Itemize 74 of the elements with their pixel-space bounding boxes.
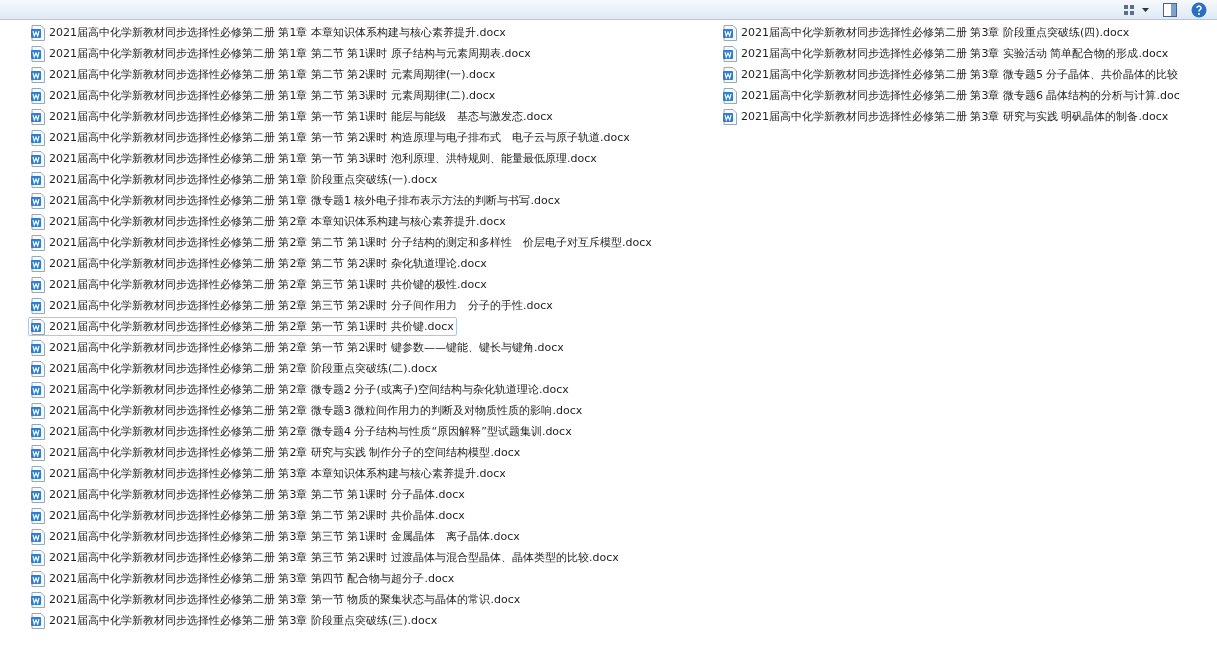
file-item[interactable]: 2021届高中化学新教材同步选择性必修第二册 第1章 本章知识体系构建与核心素养提升.docx (28, 23, 509, 42)
file-item[interactable]: 2021届高中化学新教材同步选择性必修第二册 第2章 第一节 第2课时 键参数——键能、键长与键角.docx (28, 338, 567, 357)
file-item[interactable]: 2021届高中化学新教材同步选择性必修第二册 第3章 实验活动 简单配合物的形成.docx (720, 44, 1172, 63)
help-button[interactable] (1191, 1, 1207, 18)
file-item[interactable]: 2021届高中化学新教材同步选择性必修第二册 第1章 阶段重点突破练(一).docx (28, 170, 441, 189)
document-icon (31, 87, 45, 104)
file-item[interactable]: 2021届高中化学新教材同步选择性必修第二册 第3章 第三节 第1课时 金属晶体 离子晶体.docx (28, 527, 523, 546)
file-item[interactable]: 2021届高中化学新教材同步选择性必修第二册 第1章 第一节 第1课时 能层与能级 基态与激发态.docx (28, 107, 556, 126)
file-item[interactable]: 2021届高中化学新教材同步选择性必修第二册 第3章 第四节 配合物与超分子.docx (28, 569, 458, 588)
file-item[interactable]: 2021届高中化学新教材同步选择性必修第二册 第3章 阶段重点突破练(四).docx (720, 23, 1133, 42)
file-item[interactable]: 2021届高中化学新教材同步选择性必修第二册 第2章 第三节 第1课时 共价键的极性.docx (28, 275, 490, 294)
document-icon (31, 591, 45, 608)
file-item[interactable]: 2021届高中化学新教材同步选择性必修第二册 第3章 第一节 物质的聚集状态与晶体的常识.docx (28, 590, 524, 609)
document-icon (31, 507, 45, 524)
document-icon (31, 150, 45, 167)
file-item[interactable]: 2021届高中化学新教材同步选择性必修第二册 第2章 本章知识体系构建与核心素养提升.docx (28, 212, 509, 231)
pane-icon (1163, 2, 1177, 17)
file-item[interactable]: 2021届高中化学新教材同步选择性必修第二册 第2章 第一节 第1课时 共价键.docx (28, 317, 457, 336)
file-item[interactable]: 2021届高中化学新教材同步选择性必修第二册 第1章 第二节 第2课时 元素周期律(一).docx (28, 65, 499, 84)
file-item[interactable]: 2021届高中化学新教材同步选择性必修第二册 第1章 第一节 第2课时 构造原理与电子排布式 电子云与原子轨道.docx (28, 128, 633, 147)
file-item[interactable]: 2021届高中化学新教材同步选择性必修第二册 第2章 第三节 第2课时 分子间作用力 分子的手性.docx (28, 296, 556, 315)
file-item[interactable]: 2021届高中化学新教材同步选择性必修第二册 第2章 研究与实践 制作分子的空间结构模型.docx (28, 443, 524, 462)
preview-pane-button[interactable] (1163, 1, 1177, 18)
document-icon (31, 66, 45, 83)
document-icon (723, 87, 737, 104)
document-icon (31, 45, 45, 62)
document-icon (723, 66, 737, 83)
document-icon (723, 108, 737, 125)
document-icon (31, 192, 45, 209)
document-icon (31, 297, 45, 314)
document-icon (31, 213, 45, 230)
file-item[interactable]: 2021届高中化学新教材同步选择性必修第二册 第3章 微专题6 晶体结构的分析与计算.doc (720, 86, 1183, 105)
file-item[interactable]: 2021届高中化学新教材同步选择性必修第二册 第3章 阶段重点突破练(三).docx (28, 611, 441, 630)
file-item[interactable]: 2021届高中化学新教材同步选择性必修第二册 第2章 第二节 第1课时 分子结构的测定和多样性 价层电子对互斥模型.docx (28, 233, 655, 252)
file-item[interactable]: 2021届高中化学新教材同步选择性必修第二册 第3章 第二节 第1课时 分子晶体.docx (28, 485, 468, 504)
file-item[interactable]: 2021届高中化学新教材同步选择性必修第二册 第3章 本章知识体系构建与核心素养提升.docx (28, 464, 509, 483)
view-icon (1124, 4, 1136, 15)
document-icon (31, 612, 45, 629)
document-icon (31, 423, 45, 440)
document-icon (31, 570, 45, 587)
file-item[interactable]: 2021届高中化学新教材同步选择性必修第二册 第2章 微专题3 微粒间作用力的判断及对物质性质的影响.docx (28, 401, 586, 420)
document-icon (31, 444, 45, 461)
file-item[interactable]: 2021届高中化学新教材同步选择性必修第二册 第2章 微专题2 分子(或离子)空间结构与杂化轨道理论.docx (28, 380, 572, 399)
document-icon (31, 129, 45, 146)
file-item[interactable]: 2021届高中化学新教材同步选择性必修第二册 第2章 微专题4 分子结构与性质“原因解释”型试题集训.docx (28, 422, 575, 441)
file-item[interactable]: 2021届高中化学新教材同步选择性必修第二册 第1章 第二节 第3课时 元素周期律(二).docx (28, 86, 499, 105)
document-icon (31, 318, 45, 335)
help-icon (1191, 1, 1207, 18)
file-item[interactable]: 2021届高中化学新教材同步选择性必修第二册 第3章 第二节 第2课时 共价晶体.docx (28, 506, 468, 525)
document-icon (31, 486, 45, 503)
document-icon (723, 24, 737, 41)
document-icon (31, 108, 45, 125)
document-icon (31, 171, 45, 188)
document-icon (723, 45, 737, 62)
file-item[interactable]: 2021届高中化学新教材同步选择性必修第二册 第2章 第二节 第2课时 杂化轨道理论.docx (28, 254, 490, 273)
document-icon (31, 255, 45, 272)
file-item[interactable]: 2021届高中化学新教材同步选择性必修第二册 第1章 第一节 第3课时 泡利原理、洪特规则、能量最低原理.docx (28, 149, 600, 168)
file-item[interactable]: 2021届高中化学新教材同步选择性必修第二册 第2章 阶段重点突破练(二).docx (28, 359, 441, 378)
document-icon (31, 402, 45, 419)
document-icon (31, 24, 45, 41)
document-icon (31, 339, 45, 356)
file-item[interactable]: 2021届高中化学新教材同步选择性必修第二册 第3章 微专题5 分子晶体、共价晶体的比较 (720, 65, 1182, 84)
caret-icon (1142, 7, 1149, 12)
document-icon (31, 549, 45, 566)
document-icon (31, 528, 45, 545)
document-icon (31, 234, 45, 251)
file-item[interactable]: 2021届高中化学新教材同步选择性必修第二册 第1章 第二节 第1课时 原子结构与元素周期表.docx (28, 44, 534, 63)
document-icon (31, 465, 45, 482)
document-icon (31, 381, 45, 398)
document-icon (31, 276, 45, 293)
file-item[interactable]: 2021届高中化学新教材同步选择性必修第二册 第3章 研究与实践 明矾晶体的制备.docx (720, 107, 1172, 126)
file-item[interactable]: 2021届高中化学新教材同步选择性必修第二册 第3章 第三节 第2课时 过渡晶体与混合型晶体、晶体类型的比较.docx (28, 548, 622, 567)
document-icon (31, 360, 45, 377)
file-item[interactable]: 2021届高中化学新教材同步选择性必修第二册 第1章 微专题1 核外电子排布表示方法的判断与书写.docx (28, 191, 564, 210)
